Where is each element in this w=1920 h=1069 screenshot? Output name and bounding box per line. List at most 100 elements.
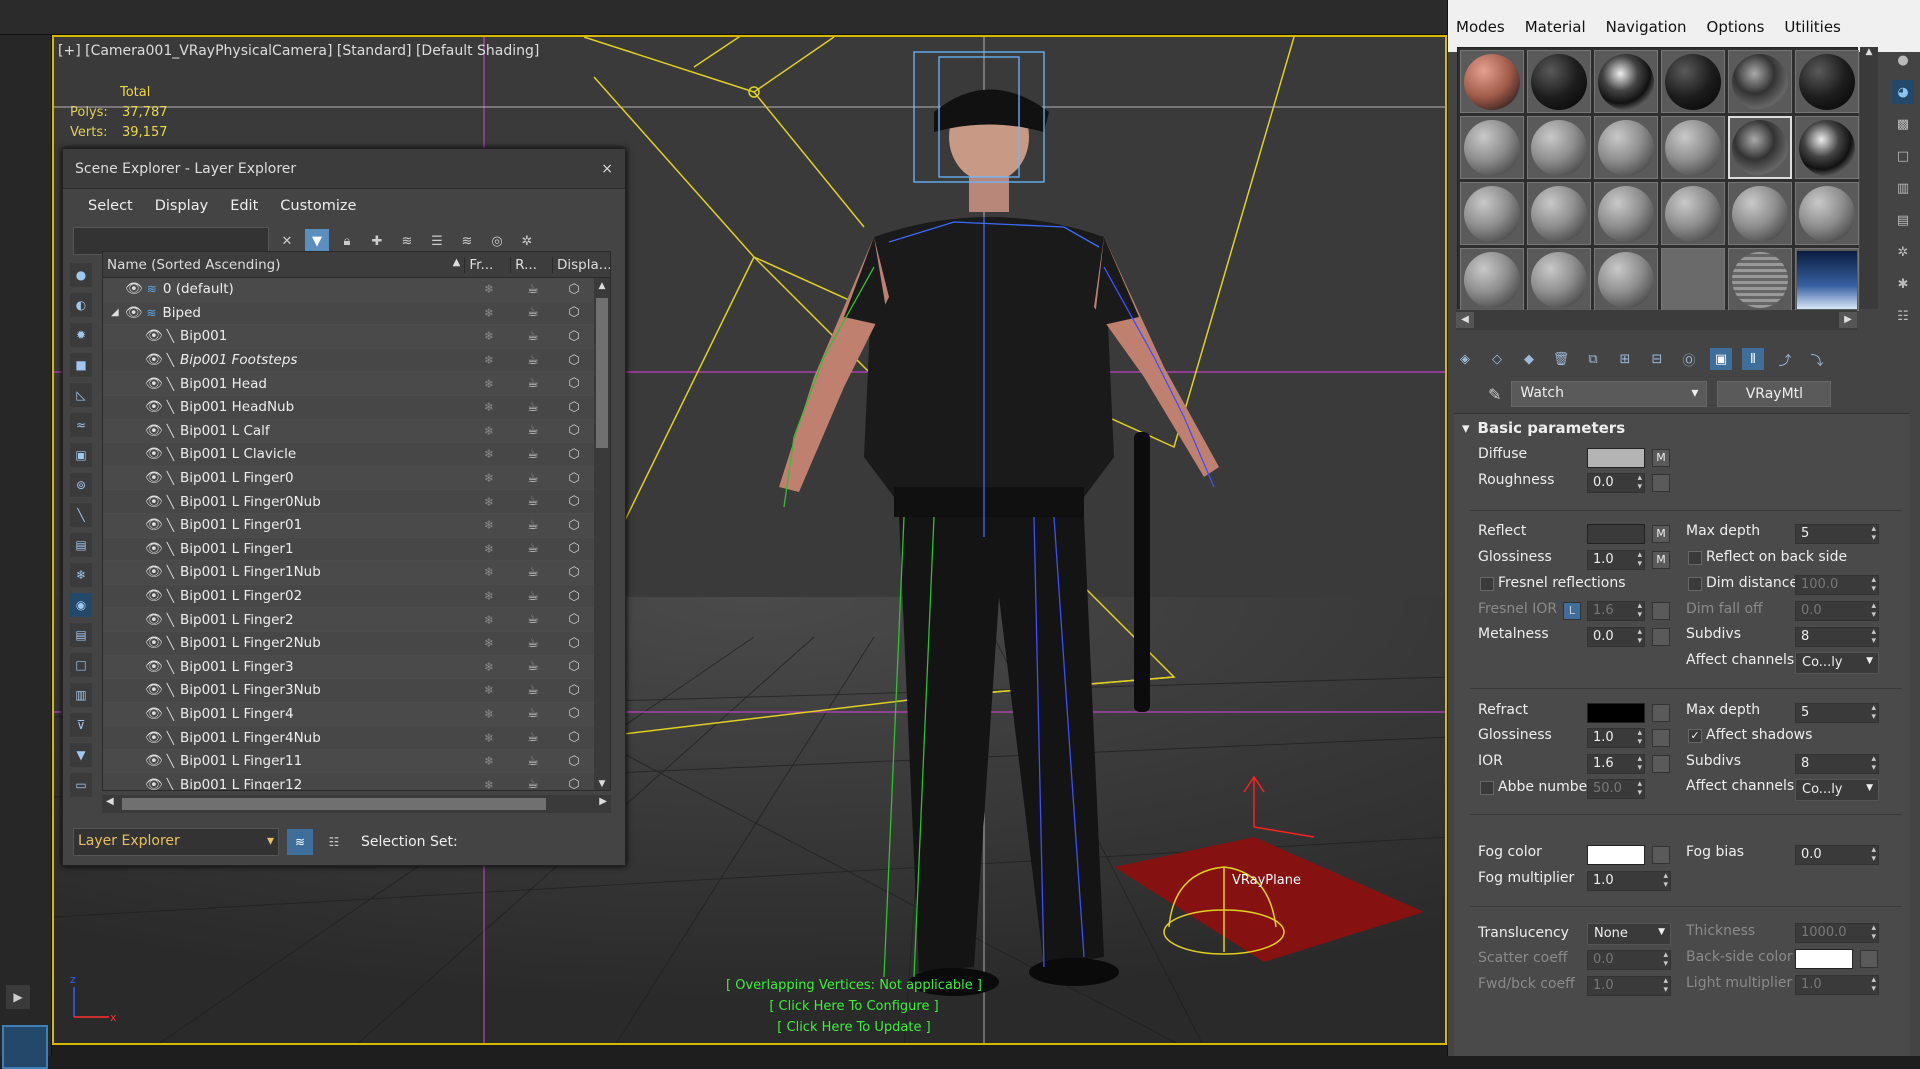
visibility-eye-icon[interactable]: 👁︎: [145, 328, 163, 344]
max-depth-spinner[interactable]: 5 ▴ ▾: [1795, 524, 1879, 544]
show-end-result-icon[interactable]: ⫴: [1742, 348, 1764, 370]
display-box-icon[interactable]: ⬡: [554, 329, 594, 344]
filter-funnel-icon[interactable]: ▼: [70, 743, 92, 767]
tree-row[interactable]: 👁︎ ╲ Bip001 ❄ ☕︎ ⬡: [103, 325, 610, 349]
tree-row[interactable]: 👁︎ ╲ Bip001 L Clavicle ❄ ☕︎ ⬡: [103, 443, 610, 467]
display-box-icon[interactable]: ⬡: [554, 376, 594, 391]
none-filter-icon[interactable]: □: [70, 653, 92, 677]
layer-view-icon[interactable]: ≋: [287, 829, 313, 855]
scroll-right-icon[interactable]: ▶: [1839, 312, 1857, 328]
reflect-swatch[interactable]: [1587, 524, 1645, 544]
expand-icon[interactable]: ◢: [111, 307, 119, 318]
tree-row[interactable]: ◢ 👁︎ ≋ Biped ❄ ☕︎ ⬡: [103, 302, 610, 326]
menu-options[interactable]: Options: [1707, 18, 1765, 36]
render-teapot-icon[interactable]: ☕︎: [512, 329, 554, 344]
tree-row[interactable]: 👁︎ ╲ Bip001 L Finger3Nub ❄ ☕︎ ⬡: [103, 679, 610, 703]
glossiness-map-button[interactable]: M: [1652, 551, 1670, 569]
visibility-eye-icon[interactable]: 👁︎: [145, 706, 163, 722]
spinner-arrows-icon[interactable]: ▴ ▾: [1637, 602, 1642, 620]
viewport-label[interactable]: [+] [Camera001_VRayPhysicalCamera] [Stan…: [58, 43, 539, 59]
freeze-icon[interactable]: ❄: [466, 636, 512, 650]
refract-swatch[interactable]: [1587, 703, 1645, 723]
dim-distance-checkbox[interactable]: [1688, 577, 1702, 591]
select-by-material-icon[interactable]: ✱: [1892, 272, 1914, 296]
render-teapot-icon[interactable]: ☕︎: [512, 494, 554, 509]
freeze-icon[interactable]: ❄: [466, 329, 512, 343]
tree-row[interactable]: 👁︎ ╲ Bip001 HeadNub ❄ ☕︎ ⬡: [103, 396, 610, 420]
dim-falloff-spinner[interactable]: 0.0 ▴ ▾: [1795, 601, 1879, 621]
tree-row[interactable]: 👁︎ ╲ Bip001 L Finger3 ❄ ☕︎ ⬡: [103, 655, 610, 680]
spinner-arrows-icon[interactable]: ▴ ▾: [1637, 628, 1642, 646]
spinner-arrows-icon[interactable]: ▴ ▾: [1871, 525, 1876, 543]
lock-icon[interactable]: 🔒︎: [335, 229, 359, 253]
spinner-arrows-icon[interactable]: ▴ ▾: [1637, 780, 1642, 798]
freeze-icon[interactable]: ❄: [466, 731, 512, 745]
menu-display[interactable]: Display: [155, 198, 208, 214]
settings-icon[interactable]: ✲: [515, 229, 539, 253]
visibility-eye-icon[interactable]: 👁︎: [145, 730, 163, 746]
tree-row[interactable]: 👁︎ ╲ Bip001 L Finger4 ❄ ☕︎ ⬡: [103, 702, 610, 727]
menu-material[interactable]: Material: [1525, 18, 1586, 36]
select-layer-icon[interactable]: ☰: [425, 229, 449, 253]
material-slot[interactable]: [1594, 116, 1658, 179]
display-box-icon[interactable]: ⬡: [554, 353, 594, 368]
visibility-eye-icon[interactable]: 👁︎: [145, 541, 163, 557]
material-slot[interactable]: [1460, 182, 1524, 245]
material-slot[interactable]: [1728, 248, 1792, 311]
tree-row[interactable]: 👁︎ ╲ Bip001 Head ❄ ☕︎ ⬡: [103, 372, 610, 396]
display-box-icon[interactable]: ⬡: [554, 423, 594, 438]
refract-affect-channels-dropdown[interactable]: Co...ly ▼: [1795, 779, 1879, 801]
render-teapot-icon[interactable]: ☕︎: [512, 589, 554, 604]
diffuse-swatch[interactable]: [1587, 448, 1645, 468]
all-filter-icon[interactable]: ▤: [70, 623, 92, 647]
reset-map-icon[interactable]: 🗑︎: [1550, 348, 1572, 370]
fresnel-ior-spinner[interactable]: 1.6 ▴ ▾: [1587, 601, 1645, 621]
render-teapot-icon[interactable]: ☕︎: [512, 706, 554, 721]
fog-mult-spinner[interactable]: 1.0 ▴ ▾: [1587, 871, 1671, 891]
freeze-icon[interactable]: ❄: [466, 542, 512, 556]
helper-filter-icon[interactable]: ◺: [70, 383, 92, 407]
slots-vertical-scrollbar[interactable]: ▲: [1860, 47, 1878, 309]
play-icon[interactable]: ▶: [6, 985, 30, 1009]
light-filter-icon[interactable]: ✹: [70, 323, 92, 347]
menu-utilities[interactable]: Utilities: [1784, 18, 1840, 36]
material-options-icon[interactable]: ✲: [1892, 240, 1914, 264]
freeze-icon[interactable]: ❄: [466, 754, 512, 768]
scroll-up-icon[interactable]: ▲: [594, 278, 610, 294]
light-mult-spinner[interactable]: 1.0 ▴ ▾: [1795, 975, 1879, 995]
tree-row[interactable]: 👁︎ ╲ Bip001 L Finger2Nub ❄ ☕︎ ⬡: [103, 632, 610, 656]
visibility-eye-icon[interactable]: 👁︎: [145, 682, 163, 698]
uv-tiling-icon[interactable]: □: [1892, 144, 1914, 168]
material-slot[interactable]: [1661, 182, 1725, 245]
freeze-icon[interactable]: ❄: [466, 518, 512, 532]
render-teapot-icon[interactable]: ☕︎: [512, 471, 554, 486]
scatter-spinner[interactable]: 0.0 ▴ ▾: [1587, 950, 1671, 970]
material-slot[interactable]: [1795, 182, 1859, 245]
material-slot[interactable]: [1594, 50, 1658, 113]
display-box-icon[interactable]: ⬡: [554, 777, 594, 790]
geometry-filter-icon[interactable]: ●: [70, 263, 92, 287]
thickness-spinner[interactable]: 1000.0 ▴ ▾: [1795, 923, 1879, 943]
hscroll-thumb[interactable]: [122, 798, 546, 810]
menu-select[interactable]: Select: [88, 198, 133, 214]
render-teapot-icon[interactable]: ☕︎: [512, 447, 554, 462]
current-layer-icon[interactable]: ≋: [455, 229, 479, 253]
display-box-icon[interactable]: ⬡: [554, 612, 594, 627]
fog-color-map-button[interactable]: [1652, 846, 1670, 864]
display-box-icon[interactable]: ⬡: [554, 494, 594, 509]
render-teapot-icon[interactable]: ☕︎: [512, 282, 554, 297]
visibility-eye-icon[interactable]: 👁︎: [145, 470, 163, 486]
slots-horizontal-scrollbar[interactable]: ◀ ▶: [1456, 310, 1857, 330]
update-link[interactable]: [ Click Here To Update ]: [726, 1017, 982, 1038]
fog-bias-spinner[interactable]: 0.0 ▴ ▾: [1795, 845, 1879, 865]
ior-map-button[interactable]: [1652, 755, 1670, 773]
assign-to-selection-icon[interactable]: ◆: [1518, 348, 1540, 370]
spinner-arrows-icon[interactable]: ▴ ▾: [1871, 576, 1876, 594]
fog-color-swatch[interactable]: [1587, 845, 1645, 865]
backside-map-button[interactable]: [1860, 950, 1878, 968]
spinner-arrows-icon[interactable]: ▴ ▾: [1637, 551, 1642, 569]
render-teapot-icon[interactable]: ☕︎: [512, 305, 554, 320]
material-slot[interactable]: [1527, 116, 1591, 179]
tree-row[interactable]: 👁︎ ╲ Bip001 L Calf ❄ ☕︎ ⬡: [103, 419, 610, 444]
render-teapot-icon[interactable]: ☕︎: [512, 376, 554, 391]
